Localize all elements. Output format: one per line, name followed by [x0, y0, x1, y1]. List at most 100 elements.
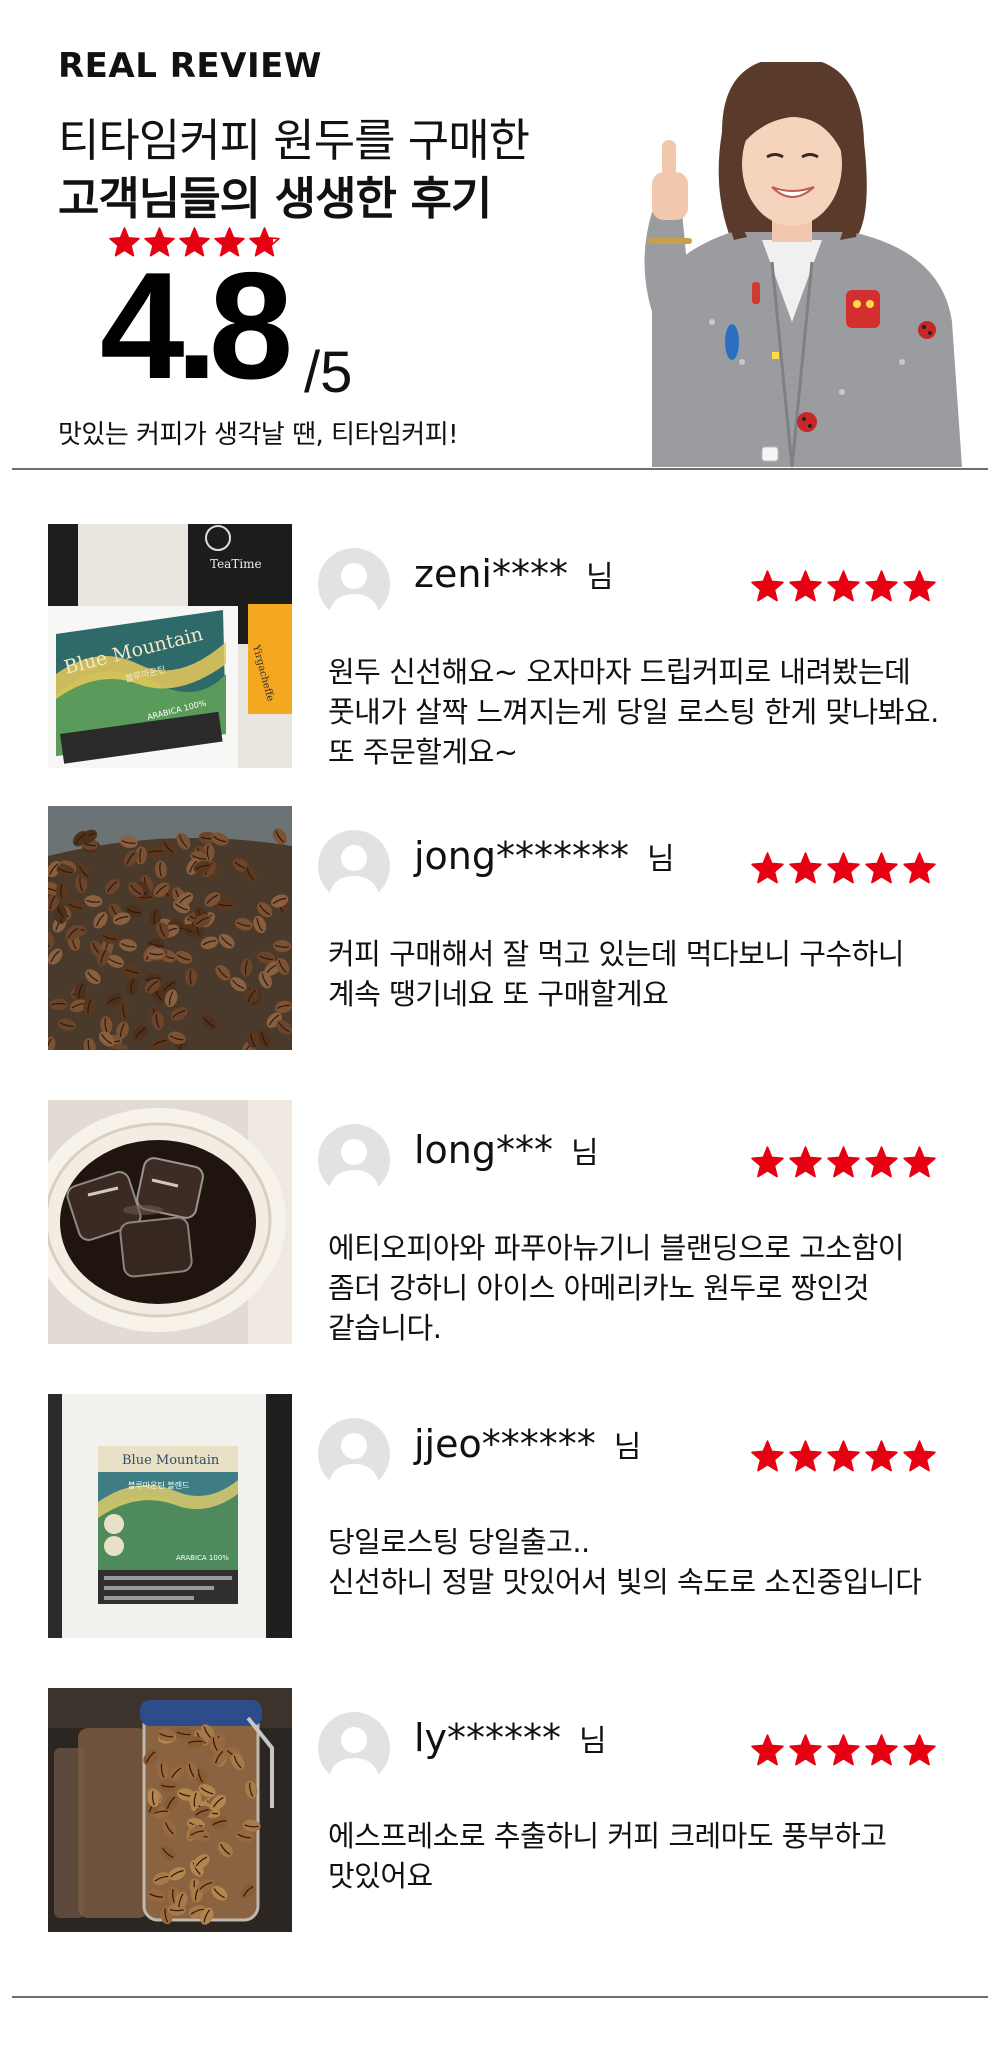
- bottom-divider: [12, 1996, 988, 1998]
- review-text: 원두 신선해요~ 오자마자 드립커피로 내려봤는데 풋내가 살짝 느껴지는게 당…: [328, 652, 1000, 772]
- review-line: 풋내가 살짝 느껴지는게 당일 로스팅 한게 맞나봐요.: [328, 695, 939, 729]
- star-icon: [865, 1734, 898, 1766]
- review-photo[interactable]: Blue Mountain 블루마운틴 블렌드 ARABICA 100%: [48, 1394, 292, 1638]
- star-icon: [865, 1440, 898, 1472]
- review-line: 같습니다.: [328, 1311, 442, 1345]
- star-icon: [903, 1734, 936, 1766]
- honorific-suffix: 님: [613, 1430, 642, 1465]
- review-line: 계속 땡기네요 또 구매할게요: [328, 977, 669, 1011]
- coffee-jars-photo: [48, 1688, 292, 1932]
- honorific-suffix: 님: [579, 1724, 607, 1759]
- star-icon: [751, 1734, 784, 1766]
- review-stars: [750, 1733, 937, 1768]
- review-line: 맛있어요: [328, 1859, 433, 1893]
- blue-mountain-label: Blue Mountain: [122, 1453, 220, 1468]
- star-icon: [789, 570, 822, 602]
- coffee-beans-photo: [48, 806, 292, 1050]
- tagline: 맛있는 커피가 생각날 땐, 티타임커피!: [58, 420, 459, 450]
- review-stars: [750, 851, 937, 886]
- star-icon: [827, 570, 860, 602]
- avatar-placeholder-icon: [328, 1727, 380, 1784]
- coffee-bag-photo: TeaTime Yirgacheffe Blue Mountain 블루마운틴 …: [48, 524, 292, 768]
- honorific-suffix: 님: [647, 842, 675, 877]
- iced-coffee-photo: [48, 1100, 292, 1344]
- score-max: /5: [304, 340, 353, 405]
- star-icon: [751, 852, 784, 884]
- star-icon: [751, 1440, 784, 1472]
- star-icon: [827, 852, 860, 884]
- review-line: 커피 구매해서 잘 먹고 있는데 먹다보니 구수하니: [328, 937, 904, 971]
- review-line: 원두 신선해요~ 오자마자 드립커피로 내려봤는데: [328, 655, 911, 689]
- star-icon: [751, 570, 784, 602]
- review-line: 에티오피아와 파푸아뉴기니 블랜딩으로 고소함이: [328, 1231, 904, 1265]
- user-avatar: [318, 1418, 390, 1490]
- honorific-suffix: 님: [571, 1136, 599, 1171]
- review-photo[interactable]: TeaTime Yirgacheffe Blue Mountain 블루마운틴 …: [48, 524, 292, 768]
- star-icon: [827, 1734, 860, 1766]
- review-item: long*** 님 에티오피아와 파푸아뉴기니 블랜딩으로 고소함이 좀더 강하…: [48, 1100, 988, 1345]
- star-icon: [865, 852, 898, 884]
- headline-line-1: 티타임커피 원두를 구매한: [58, 114, 530, 167]
- review-item: ly****** 님 에스프레소로 추출하니 커피 크레마도 풍부하고 맛있어요: [48, 1688, 988, 1932]
- reviewer-name: ly****** 님: [414, 1716, 607, 1760]
- reviewer-name: jjeo****** 님: [414, 1422, 641, 1466]
- review-photo[interactable]: [48, 1100, 292, 1344]
- woman-thumbs-up-illustration: [644, 62, 962, 467]
- eyebrow-label: REAL REVIEW: [58, 46, 322, 86]
- star-icon: [789, 1734, 822, 1766]
- review-photo[interactable]: [48, 1688, 292, 1932]
- avatar-placeholder-icon: [328, 845, 380, 902]
- user-avatar: [318, 548, 390, 620]
- star-icon: [751, 1146, 784, 1178]
- review-text: 당일로스팅 당일출고.. 신선하니 정말 맛있어서 빛의 속도로 소진중입니다: [328, 1522, 1000, 1602]
- star-icon: [789, 1440, 822, 1472]
- review-stars: [750, 1439, 937, 1474]
- honorific-suffix: 님: [585, 560, 614, 595]
- star-icon: [789, 1146, 822, 1178]
- reviewer-name: zeni**** 님: [414, 552, 614, 596]
- star-icon: [865, 570, 898, 602]
- reviewer-id: ly******: [414, 1716, 562, 1760]
- blue-mountain-blend-photo: Blue Mountain 블루마운틴 블렌드 ARABICA 100%: [48, 1394, 292, 1638]
- user-avatar: [318, 1712, 390, 1784]
- review-hero: REAL REVIEW 티타임커피 원두를 구매한 고객님들의 생생한 후기 4…: [0, 0, 1000, 470]
- reviewer-id: long***: [414, 1128, 554, 1172]
- avatar-placeholder-icon: [328, 1433, 380, 1490]
- avatar-placeholder-icon: [328, 1139, 380, 1196]
- review-line: 당일로스팅 당일출고..: [328, 1525, 590, 1559]
- review-line: 또 주문할게요~: [328, 735, 518, 769]
- star-icon: [865, 1146, 898, 1178]
- review-text: 에스프레소로 추출하니 커피 크레마도 풍부하고 맛있어요: [328, 1816, 1000, 1896]
- star-icon: [789, 852, 822, 884]
- arabica-label: ARABICA 100%: [176, 1554, 229, 1562]
- review-text: 에티오피아와 파푸아뉴기니 블랜딩으로 고소함이 좀더 강하니 아이스 아메리카…: [328, 1228, 1000, 1348]
- teatime-label: TeaTime: [210, 557, 262, 571]
- review-photo[interactable]: [48, 806, 292, 1050]
- headline-line-2: 고객님들의 생생한 후기: [58, 172, 492, 225]
- star-icon: [903, 1440, 936, 1472]
- review-stars: [750, 1145, 937, 1180]
- reviewer-id: zeni****: [414, 552, 568, 596]
- review-line: 신선하니 정말 맛있어서 빛의 속도로 소진중입니다: [328, 1565, 922, 1599]
- review-line: 에스프레소로 추출하니 커피 크레마도 풍부하고: [328, 1819, 887, 1853]
- review-line: 좀더 강하니 아이스 아메리카노 원두로 짱인것: [328, 1271, 870, 1305]
- reviewer-name: long*** 님: [414, 1128, 599, 1172]
- reviewer-id: jong*******: [414, 834, 630, 878]
- avatar-placeholder-icon: [328, 563, 380, 620]
- review-item: Blue Mountain 블루마운틴 블렌드 ARABICA 100% jje…: [48, 1394, 988, 1638]
- review-text: 커피 구매해서 잘 먹고 있는데 먹다보니 구수하니 계속 땡기네요 또 구매할…: [328, 934, 1000, 1014]
- star-icon: [903, 570, 936, 602]
- star-icon: [903, 852, 936, 884]
- user-avatar: [318, 1124, 390, 1196]
- top-divider: [12, 468, 988, 470]
- review-stars: [750, 569, 937, 604]
- star-icon: [827, 1440, 860, 1472]
- reviewer-name: jong******* 님: [414, 834, 675, 878]
- review-item: jong******* 님 커피 구매해서 잘 먹고 있는데 먹다보니 구수하니…: [48, 806, 988, 1050]
- review-item: TeaTime Yirgacheffe Blue Mountain 블루마운틴 …: [48, 524, 988, 769]
- star-icon: [903, 1146, 936, 1178]
- average-score: 4.8: [100, 241, 293, 411]
- star-icon: [827, 1146, 860, 1178]
- blue-mountain-blend-ko-label: 블루마운틴 블렌드: [128, 1480, 189, 1490]
- reviewer-id: jjeo******: [414, 1422, 596, 1466]
